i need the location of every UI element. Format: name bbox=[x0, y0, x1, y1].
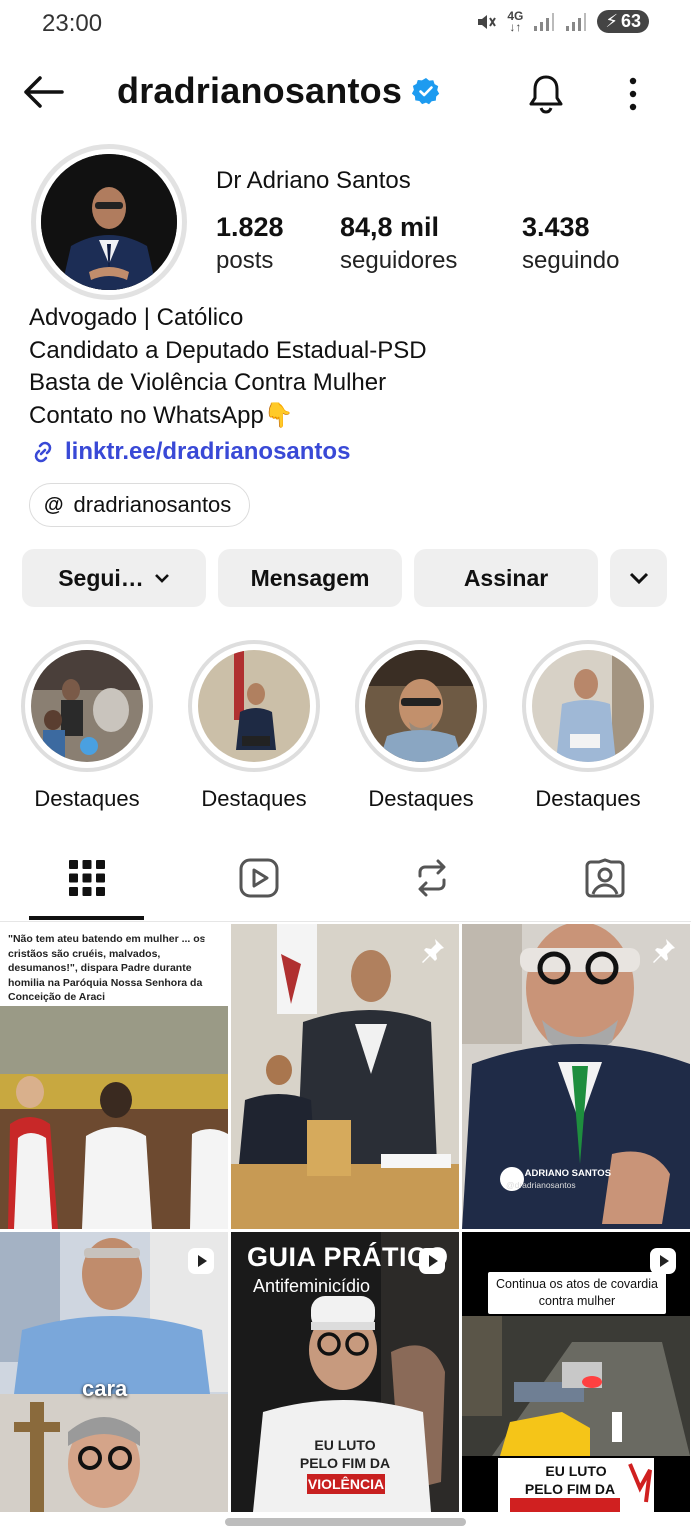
suggested-accounts-button[interactable] bbox=[610, 549, 667, 607]
post-thumbnail[interactable]: cara bbox=[0, 1232, 228, 1536]
highlight-ring bbox=[522, 640, 654, 772]
username: dradrianosantos bbox=[117, 70, 403, 111]
svg-text:EU LUTO: EU LUTO bbox=[545, 1463, 606, 1479]
highlight-cover bbox=[198, 650, 310, 762]
post-caption-word: cara bbox=[82, 1376, 128, 1401]
notification-bell-icon[interactable] bbox=[524, 72, 568, 116]
story-highlight[interactable]: Destaques bbox=[188, 640, 320, 812]
message-button[interactable]: Mensagem bbox=[218, 549, 402, 607]
stat-followers-count: 84,8 mil bbox=[340, 212, 440, 242]
highlight-cover bbox=[532, 650, 644, 762]
pin-icon bbox=[653, 939, 675, 963]
threads-handle: dradrianosantos bbox=[73, 492, 232, 517]
profile-link[interactable]: linktr.ee/dradrianosantos bbox=[29, 438, 350, 466]
svg-text:VIOLÊNCIA: VIOLÊNCIA bbox=[308, 1475, 384, 1492]
signal-icon-2 bbox=[566, 12, 587, 31]
stat-posts-count: 1.828 bbox=[216, 212, 284, 242]
reel-icon bbox=[188, 1248, 214, 1274]
profile-header: dradrianosantos bbox=[0, 58, 691, 128]
stat-following-label: seguindo bbox=[522, 247, 620, 274]
story-highlight[interactable]: Destaques bbox=[21, 640, 153, 812]
home-gesture-bar[interactable] bbox=[225, 1518, 466, 1526]
status-bar: 23:00 4G ↓↑ ⚡ 63 bbox=[0, 0, 691, 46]
profile-bio: Advogado | Católico Candidato a Deputado… bbox=[29, 302, 427, 432]
signal-icon bbox=[534, 12, 555, 31]
post-overlay-handle: @dradrianosantos bbox=[506, 1180, 576, 1190]
following-button[interactable]: Segui… bbox=[22, 549, 206, 607]
link-icon bbox=[34, 441, 52, 463]
post-caption-overlay: Continua os atos de covardia contra mulh… bbox=[488, 1272, 666, 1314]
highlight-label: Destaques bbox=[535, 786, 641, 811]
avatar-photo bbox=[41, 154, 177, 290]
back-arrow-icon[interactable] bbox=[20, 72, 66, 112]
pin-icon bbox=[422, 939, 444, 963]
message-button-label: Mensagem bbox=[250, 564, 370, 591]
more-options-icon[interactable] bbox=[616, 74, 650, 114]
post-thumbnail[interactable]: EU LUTO PELO FIM DA VIOLÊNCIA GUIA PRÁTICO… bbox=[231, 1232, 459, 1536]
post-thumbnail[interactable]: "Não tem ateu batendo em mulher ... os c… bbox=[0, 924, 228, 1229]
active-tab-indicator bbox=[29, 916, 144, 920]
reel-icon bbox=[419, 1248, 445, 1274]
stat-followers-label: seguidores bbox=[340, 247, 458, 274]
pin-icon bbox=[191, 939, 213, 963]
bio-line: Advogado | Católico bbox=[29, 304, 244, 331]
following-button-label: Segui… bbox=[58, 564, 144, 591]
username-title: dradrianosantos bbox=[117, 70, 440, 112]
stat-posts[interactable]: 1.828 posts bbox=[216, 212, 284, 275]
mute-icon bbox=[478, 14, 497, 29]
post-thumbnail[interactable]: DR. ADRIANO SANTOS @dradrianosantos bbox=[462, 924, 690, 1229]
profile-full-name: Dr Adriano Santos bbox=[216, 167, 411, 194]
tab-tagged[interactable] bbox=[583, 856, 627, 900]
post-subtitle: Antifeminicídio bbox=[253, 1276, 371, 1296]
bio-line: Basta de Violência Contra Mulher bbox=[29, 369, 387, 396]
highlight-label: Destaques bbox=[34, 786, 140, 811]
post-overlay-name: DR. ADRIANO SANTOS bbox=[506, 1168, 612, 1179]
stat-followers[interactable]: 84,8 mil seguidores bbox=[340, 212, 457, 275]
highlight-ring bbox=[355, 640, 487, 772]
chevron-down-icon bbox=[629, 572, 648, 585]
svg-text:PELO FIM DA: PELO FIM DA bbox=[300, 1455, 390, 1471]
subscribe-button-label: Assinar bbox=[463, 564, 549, 591]
status-time: 23:00 bbox=[42, 10, 103, 37]
profile-avatar[interactable] bbox=[31, 144, 187, 300]
tab-reposts[interactable] bbox=[410, 856, 454, 900]
story-highlight[interactable]: Destaques bbox=[355, 640, 487, 812]
threads-badge[interactable]: @ dradrianosantos bbox=[29, 483, 251, 527]
post-thumbnail[interactable]: EU LUTO PELO FIM DA Continua os atos de c… bbox=[462, 1232, 690, 1536]
charging-icon: ⚡ bbox=[605, 11, 618, 31]
stat-posts-label: posts bbox=[216, 247, 274, 274]
highlight-ring bbox=[188, 640, 320, 772]
profile-content-tabs bbox=[0, 836, 691, 922]
highlight-cover bbox=[365, 650, 477, 762]
post-thumbnail[interactable] bbox=[231, 924, 459, 1229]
subscribe-button[interactable]: Assinar bbox=[414, 549, 598, 607]
highlight-label: Destaques bbox=[368, 786, 474, 811]
highlight-ring bbox=[21, 640, 153, 772]
stat-following[interactable]: 3.438 seguindo bbox=[522, 212, 619, 275]
battery-indicator: ⚡ 63 bbox=[597, 10, 649, 33]
tab-grid[interactable] bbox=[65, 856, 109, 900]
reel-icon bbox=[650, 1248, 676, 1274]
story-highlight[interactable]: Destaques bbox=[522, 640, 654, 812]
highlight-cover bbox=[31, 650, 143, 762]
chevron-down-icon bbox=[154, 574, 169, 583]
network-type: 4G ↓↑ bbox=[507, 8, 524, 34]
tab-reels[interactable] bbox=[237, 856, 281, 900]
stat-following-count: 3.438 bbox=[522, 212, 590, 242]
verified-badge-icon bbox=[412, 78, 440, 105]
svg-text:PELO FIM DA: PELO FIM DA bbox=[525, 1481, 615, 1497]
threads-icon: @ bbox=[44, 493, 64, 516]
profile-link-text: linktr.ee/dradrianosantos bbox=[65, 438, 351, 465]
bio-line: Candidato a Deputado Estadual-PSD bbox=[29, 336, 427, 364]
status-icons: 4G ↓↑ ⚡ 63 bbox=[475, 10, 649, 33]
highlight-label: Destaques bbox=[201, 786, 307, 811]
bio-line: Contato no WhatsApp👇 bbox=[29, 401, 294, 429]
svg-text:EU LUTO: EU LUTO bbox=[314, 1437, 375, 1453]
